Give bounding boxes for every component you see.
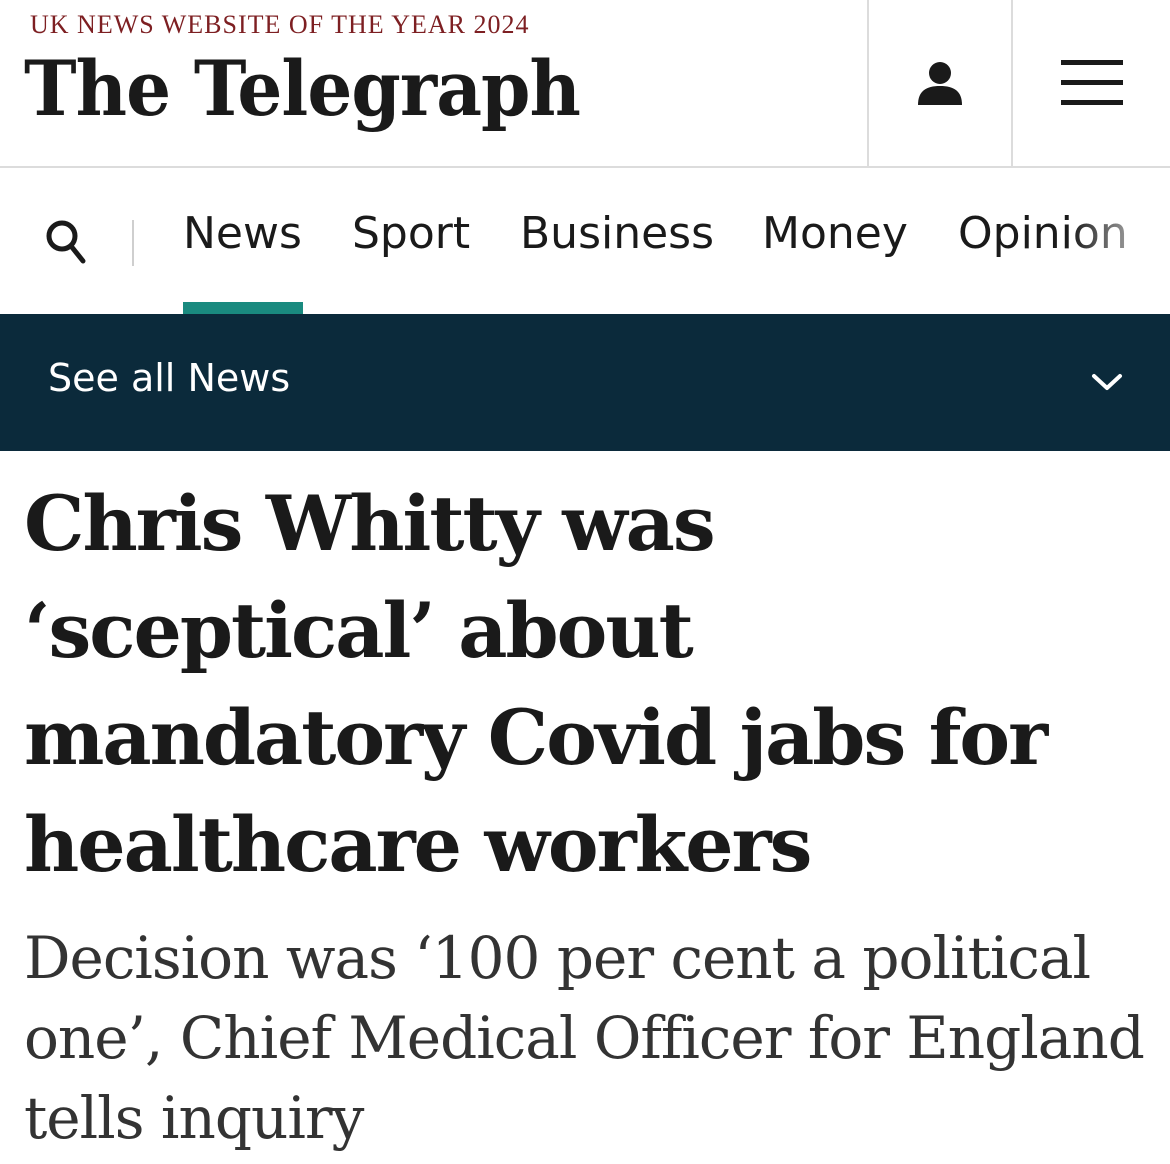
- nav-item-sport[interactable]: Sport: [352, 208, 470, 259]
- hamburger-menu-icon: [1060, 60, 1123, 105]
- article-headline: Chris Whitty was ‘sceptical’ about manda…: [24, 479, 1048, 889]
- chevron-down-icon: [1092, 374, 1122, 390]
- account-button[interactable]: [869, 0, 1011, 166]
- nav-item-opinion[interactable]: Opinion: [958, 208, 1128, 259]
- nav-item-news[interactable]: News: [183, 208, 302, 259]
- see-all-news-dropdown[interactable]: See all News: [0, 314, 1170, 451]
- masthead: UK NEWS WEBSITE OF THE YEAR 2024 The Tel…: [0, 0, 1170, 168]
- active-tab-indicator: [183, 302, 303, 314]
- nav-divider: [132, 220, 134, 266]
- search-button[interactable]: [40, 216, 92, 268]
- award-banner: UK NEWS WEBSITE OF THE YEAR 2024: [30, 10, 530, 39]
- menu-button[interactable]: [1013, 0, 1170, 166]
- article-standfirst: Decision was ‘100 per cent a political o…: [24, 924, 1145, 1152]
- person-icon: [918, 62, 962, 105]
- nav-item-money[interactable]: Money: [762, 208, 908, 259]
- search-icon: [46, 220, 86, 264]
- site-logo[interactable]: The Telegraph: [24, 44, 581, 133]
- see-all-news-label: See all News: [48, 356, 291, 400]
- section-nav: News Sport Business Money Opinion: [0, 168, 1170, 314]
- nav-item-business[interactable]: Business: [520, 208, 714, 259]
